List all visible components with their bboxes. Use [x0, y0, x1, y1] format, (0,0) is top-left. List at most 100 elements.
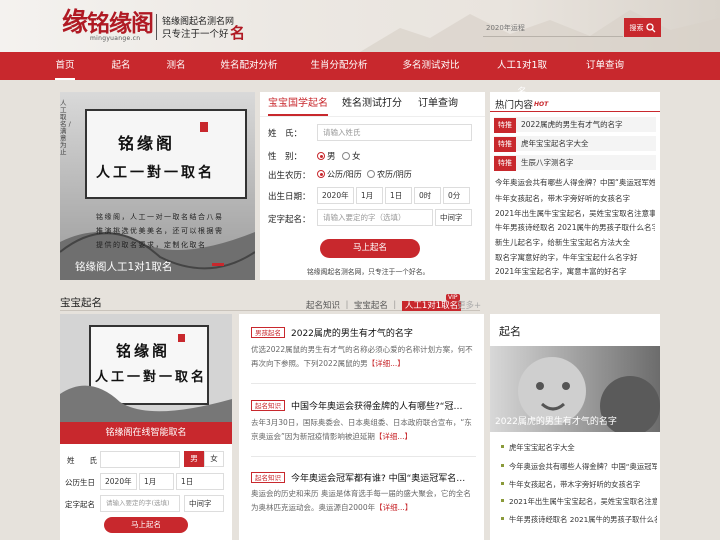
- fixed-pos-select[interactable]: 中间字: [435, 209, 472, 226]
- hot-link[interactable]: 2021年出生属牛宝宝起名，吴姓宝宝取名注意事…: [495, 208, 655, 219]
- gender-male-label: 男: [327, 152, 336, 162]
- secondary-banner[interactable]: 铭缘阁 人工一對一取名: [60, 314, 232, 422]
- nav-item-order-query[interactable]: 订单查询: [586, 52, 624, 80]
- banner-subtitle: 人工一對一取名: [96, 165, 215, 181]
- article-desc-text: 去年3月30日，国际奥委会、日本奥组委、日本政府联合宣布，“东京奥运会”因为新冠…: [251, 418, 472, 441]
- side-link[interactable]: 今年奥运会共有哪些人得金牌？中国“奥运冠军: [501, 462, 657, 472]
- calendar-solar-label: 公历/阳历: [327, 170, 362, 179]
- form2-year-select[interactable]: 2020年: [100, 473, 137, 490]
- article-more-link[interactable]: 【详细...】: [375, 503, 412, 512]
- calendar-lunar-radio[interactable]: 农历/阴历: [367, 169, 412, 180]
- article-desc-text: 奥运会的历史和来历 奥运是体育选手每一届的盛大聚会，它的全名为奥林匹克运动会。奥…: [251, 489, 471, 512]
- tab-baby-naming[interactable]: 宝宝国学起名: [268, 96, 328, 116]
- gender-female-radio[interactable]: 女: [342, 150, 361, 162]
- article-title[interactable]: 2022属虎的男生有才气的名字: [291, 326, 471, 339]
- side-image-caption: 2022属虎的男生有才气的名字: [495, 417, 617, 427]
- year-select[interactable]: 2020年: [317, 187, 354, 204]
- hot-link[interactable]: 牛年男孩诗经取名 2021属牛的男孩子取什么名字: [495, 222, 655, 233]
- hot-link[interactable]: 牛年女孩起名，带木字旁好听的女孩名字: [495, 193, 655, 204]
- article-title[interactable]: 中国今年奥运会获得金牌的人有哪些?“冠…: [291, 399, 471, 412]
- fixed-char-label: 定字起名：: [268, 215, 311, 225]
- hot-link[interactable]: 2021年宝宝起名字，寓意丰富的好名字: [495, 266, 655, 277]
- surname-label: 姓 氏：: [268, 129, 303, 139]
- fixed-char-input[interactable]: 请输入要定的字（选填）: [317, 209, 433, 226]
- featured-badge: 特推: [494, 137, 516, 152]
- nav-item-naming[interactable]: 起名: [110, 52, 132, 80]
- hot-link[interactable]: 今年奥运会共有哪些人得金牌？中国“奥运冠军姓…: [495, 177, 655, 188]
- form2-fixed-pos-select[interactable]: 中间字: [184, 495, 224, 512]
- hot-featured-item[interactable]: 特推 生辰八字测名字: [494, 155, 656, 171]
- nav-item-multi-compare[interactable]: 多名测试对比: [402, 52, 460, 80]
- banner2-subtitle: 人工一對一取名: [95, 370, 208, 385]
- crumb-item[interactable]: 起名知识: [306, 301, 340, 311]
- banner-body: 铭缘阁，人工一对一取名结合八易推演挑选优美美名，还可以根据需提供的取名要求，定制…: [96, 213, 224, 249]
- nav-item-name-match[interactable]: 姓名配对分析: [220, 52, 278, 80]
- logo-domain: mingyuange.cn: [90, 35, 141, 42]
- carousel-indicator[interactable]: [212, 263, 224, 266]
- gender-male-radio[interactable]: 男: [317, 150, 336, 162]
- tab-name-test[interactable]: 姓名测试打分: [342, 96, 402, 116]
- tab-order-query[interactable]: 订单查询: [418, 96, 458, 116]
- main-nav: 首页 起名 测名 姓名配对分析 生肖分配分析 多名测试对比 人工1对1取名 订单…: [0, 52, 720, 98]
- calendar-solar-radio[interactable]: 公历/阳历: [317, 169, 362, 180]
- logo-mark[interactable]: 缘铭缘阁: [62, 10, 154, 37]
- form2-date-label: 公历生日: [65, 478, 95, 487]
- day-select[interactable]: 1日: [385, 187, 412, 204]
- featured-badge: 特推: [494, 156, 516, 171]
- more-link[interactable]: 更多+: [457, 299, 481, 311]
- radio-checked-icon: [317, 170, 325, 178]
- hot-link[interactable]: 新生儿起名字，给新生宝宝起名方法大全: [495, 237, 655, 248]
- form2-fixed-label: 定字起名: [65, 500, 95, 509]
- article-more-link[interactable]: 【详细...】: [368, 359, 405, 368]
- article-tag[interactable]: 男孩起名: [251, 327, 285, 338]
- tab-divider: [260, 116, 485, 117]
- hero-banner[interactable]: 人工取名 / 满意为止 铭缘阁 人工一對一取名 铭缘阁，人工一对一取名结合八易推…: [60, 92, 255, 280]
- hot-featured-title: 2022属虎的男生有才气的名字: [521, 120, 623, 129]
- hot-featured-item[interactable]: 特推 虎年宝宝起名字大全: [494, 136, 656, 152]
- article-tag[interactable]: 起名知识: [251, 472, 285, 483]
- side-link[interactable]: 2021年出生属牛宝宝起名，吴姓宝宝取名注意: [501, 497, 657, 507]
- article-tag[interactable]: 起名知识: [251, 400, 285, 411]
- article-separator: [251, 383, 476, 384]
- nav-item-zodiac-match[interactable]: 生肖分配分析: [310, 52, 368, 80]
- side-link[interactable]: 牛年男孩诗经取名 2021属牛的男孩子取什么名: [501, 515, 657, 525]
- site-header: 缘铭缘阁 mingyuange.cn 铭缘阁起名测名网 只专注于一个好 名 搜索: [0, 0, 720, 52]
- form2-male-toggle[interactable]: 男: [184, 451, 204, 467]
- search-button[interactable]: 搜索: [624, 18, 661, 37]
- hot-featured-item[interactable]: 特推 2022属虎的男生有才气的名字: [494, 117, 656, 133]
- form2-submit-button[interactable]: 马上起名: [104, 517, 188, 533]
- side-link[interactable]: 牛年女孩起名，带木字旁好听的女孩名字: [501, 480, 657, 490]
- hour-select[interactable]: 0时: [414, 187, 441, 204]
- nav-item-home[interactable]: 首页: [55, 52, 75, 80]
- surname-input[interactable]: 请输入姓氏: [317, 124, 472, 141]
- hot-link[interactable]: 取名字寓意好的字，牛年宝宝起什么名字好: [495, 252, 655, 263]
- banner-caption: 铭缘阁人工1对1取名: [75, 261, 173, 273]
- form-note: 铭缘阁起名测名网，只专注于一个好名。: [307, 268, 430, 276]
- article-title[interactable]: 今年奥运会冠军都有谁? 中国“奥运冠军名…: [291, 471, 471, 484]
- side-link[interactable]: 虎年宝宝起名字大全: [501, 443, 657, 453]
- radio-unchecked-icon: [367, 170, 375, 178]
- nav-item-manual-naming[interactable]: 人工1对1取名: [493, 52, 551, 98]
- nav-item-test[interactable]: 测名: [165, 52, 187, 80]
- featured-badge: 特推: [494, 118, 516, 133]
- form2-day-select[interactable]: 1日: [176, 473, 224, 490]
- form2-surname-input[interactable]: [100, 451, 180, 468]
- logo-name: 铭缘阁: [87, 10, 154, 37]
- month-select[interactable]: 1月: [356, 187, 383, 204]
- minute-select[interactable]: 0分: [443, 187, 470, 204]
- smart-naming-title: 铭缘阁在线智能取名: [60, 422, 232, 444]
- article-desc: 奥运会的历史和来历 奥运是体育选手每一届的盛大聚会，它的全名为奥林匹克运动会。奥…: [251, 487, 476, 515]
- crumb-item[interactable]: 宝宝起名: [354, 301, 388, 311]
- article-more-link[interactable]: 【详细...】: [375, 432, 412, 441]
- crumb-item-active[interactable]: 人工1对1取名: [401, 301, 462, 311]
- slogan-line2: 只专注于一个好: [162, 29, 229, 40]
- hot-featured-title: 生辰八字测名字: [521, 158, 574, 167]
- form2-female-toggle[interactable]: 女: [204, 451, 224, 467]
- slogan-mark: 名: [230, 24, 246, 42]
- form2-month-select[interactable]: 1月: [139, 473, 174, 490]
- search-button-label: 搜索: [629, 23, 644, 32]
- section-title: 宝宝起名: [60, 297, 102, 309]
- search-input[interactable]: [483, 19, 623, 37]
- submit-naming-button[interactable]: 马上起名: [320, 239, 420, 258]
- form2-fixed-input[interactable]: 请输入要定的字(选填): [100, 495, 180, 512]
